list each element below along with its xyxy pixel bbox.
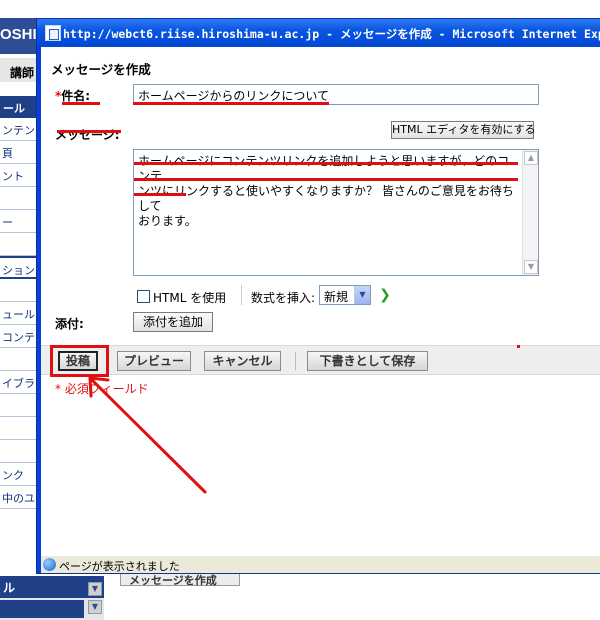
attachment-label: 添付: (55, 317, 84, 331)
save-draft-button[interactable]: 下書きとして保存 (307, 351, 428, 371)
background-sidebar-item[interactable]: 頁 (0, 141, 39, 164)
annotation-highlight-post-button (50, 345, 109, 377)
insert-formula-label: 数式を挿入: (251, 291, 316, 305)
insert-formula-select[interactable]: 新規 ▼ (319, 285, 371, 305)
subject-label-text: 件名: (61, 89, 91, 103)
background-sidebar-item[interactable]: 中のユ (0, 486, 39, 509)
message-label: メッセージ: (55, 128, 120, 142)
background-sidebar-item[interactable] (0, 394, 39, 417)
enable-html-editor-button[interactable]: HTML エディタを有効にする (391, 121, 535, 139)
scroll-down-icon[interactable]: ▼ (524, 260, 538, 274)
page-loaded-icon (43, 558, 56, 571)
browser-status-bar: ページが表示されました (41, 555, 600, 573)
message-compose-form: メッセージを作成 *件名: ホームページからのリンクについて メッセージ: HT… (41, 47, 600, 555)
background-sidebar-item[interactable]: ンテン (0, 118, 39, 141)
window-title-bar[interactable]: http://webct6.riise.hiroshima-u.ac.jp - … (37, 19, 600, 47)
background-role-tab: 講師 (0, 58, 40, 82)
annotation-underline-message-line-3 (134, 193, 186, 196)
window-title: http://webct6.riise.hiroshima-u.ac.jp - … (63, 27, 600, 41)
page-title: メッセージを作成 (51, 62, 151, 77)
action-divider (295, 352, 296, 370)
add-attachment-button[interactable]: 添付を追加 (133, 312, 213, 332)
background-sidebar-item[interactable] (0, 348, 39, 371)
chevron-down-icon[interactable]: ▼ (88, 600, 102, 614)
chevron-down-icon[interactable]: ▼ (88, 582, 102, 596)
cancel-button[interactable]: キャンセル (204, 351, 281, 371)
preview-button[interactable]: プレビュー (117, 351, 191, 371)
background-sidebar-item[interactable] (0, 417, 39, 440)
message-textarea[interactable]: ホームページにコンテンツリンクを追加しようと思いますが、どのコンテ ンツにリンク… (133, 149, 539, 276)
insert-formula-selected-value: 新規 (324, 290, 349, 304)
background-bottom-selected-row[interactable] (0, 600, 84, 618)
background-site-header: OSHIM (0, 18, 40, 54)
annotation-underline-message-line-1 (134, 162, 518, 165)
action-button-bar: 投稿 プレビュー キャンセル 下書きとして保存 (41, 345, 600, 375)
chevron-down-icon[interactable]: ▼ (354, 286, 370, 304)
background-sidebar-item[interactable] (0, 440, 39, 463)
background-sidebar-item[interactable]: ュール (0, 302, 39, 325)
background-sidebar-item[interactable]: ント (0, 164, 39, 187)
use-html-label: HTML を使用 (153, 291, 227, 305)
background-bottom-panel: ル ▼ ▼ (0, 576, 104, 620)
message-line: おります。 (138, 214, 197, 228)
browser-page-icon (45, 25, 61, 41)
background-sidebar: ール ンテン 頁 ント ー ション ュール コンテン イブラリ ンク 中のユ (0, 96, 40, 566)
background-role-label: 講師 (10, 66, 35, 80)
background-sidebar-item[interactable] (0, 233, 39, 256)
background-sidebar-item[interactable] (0, 187, 39, 210)
annotation-dot (517, 345, 520, 348)
background-sidebar-item[interactable]: コンテン (0, 325, 39, 348)
use-html-checkbox[interactable] (137, 290, 150, 303)
go-arrow-icon[interactable]: ❯ (377, 287, 393, 303)
message-line: ンツにリンクすると使いやすくなりますか？ 皆さんのご意見をお待ちして (138, 184, 514, 213)
background-sidebar-item[interactable]: ンク (0, 463, 39, 486)
background-sidebar-item[interactable]: ー (0, 210, 39, 233)
annotation-underline-message-label (57, 130, 121, 133)
scroll-up-icon[interactable]: ▲ (524, 151, 538, 165)
toolbar-divider (241, 285, 242, 305)
required-fields-note: * 必須フィールド (55, 382, 149, 396)
annotation-underline-subject-value (133, 102, 329, 105)
annotation-underline-subject-label (62, 102, 100, 105)
background-sidebar-heading: ール (0, 96, 39, 118)
background-sidebar-item-selected[interactable]: ション (0, 256, 39, 279)
message-body: ホームページにコンテンツリンクを追加しようと思いますが、どのコンテ ンツにリンク… (138, 154, 520, 229)
background-sidebar-item[interactable] (0, 279, 39, 302)
annotation-underline-message-line-2 (134, 178, 518, 181)
message-scrollbar[interactable]: ▲ ▼ (522, 150, 538, 275)
status-text: ページが表示されました (59, 560, 180, 573)
background-site-title: OSHIM (0, 26, 40, 43)
background-sidebar-item[interactable]: イブラリ (0, 371, 39, 394)
